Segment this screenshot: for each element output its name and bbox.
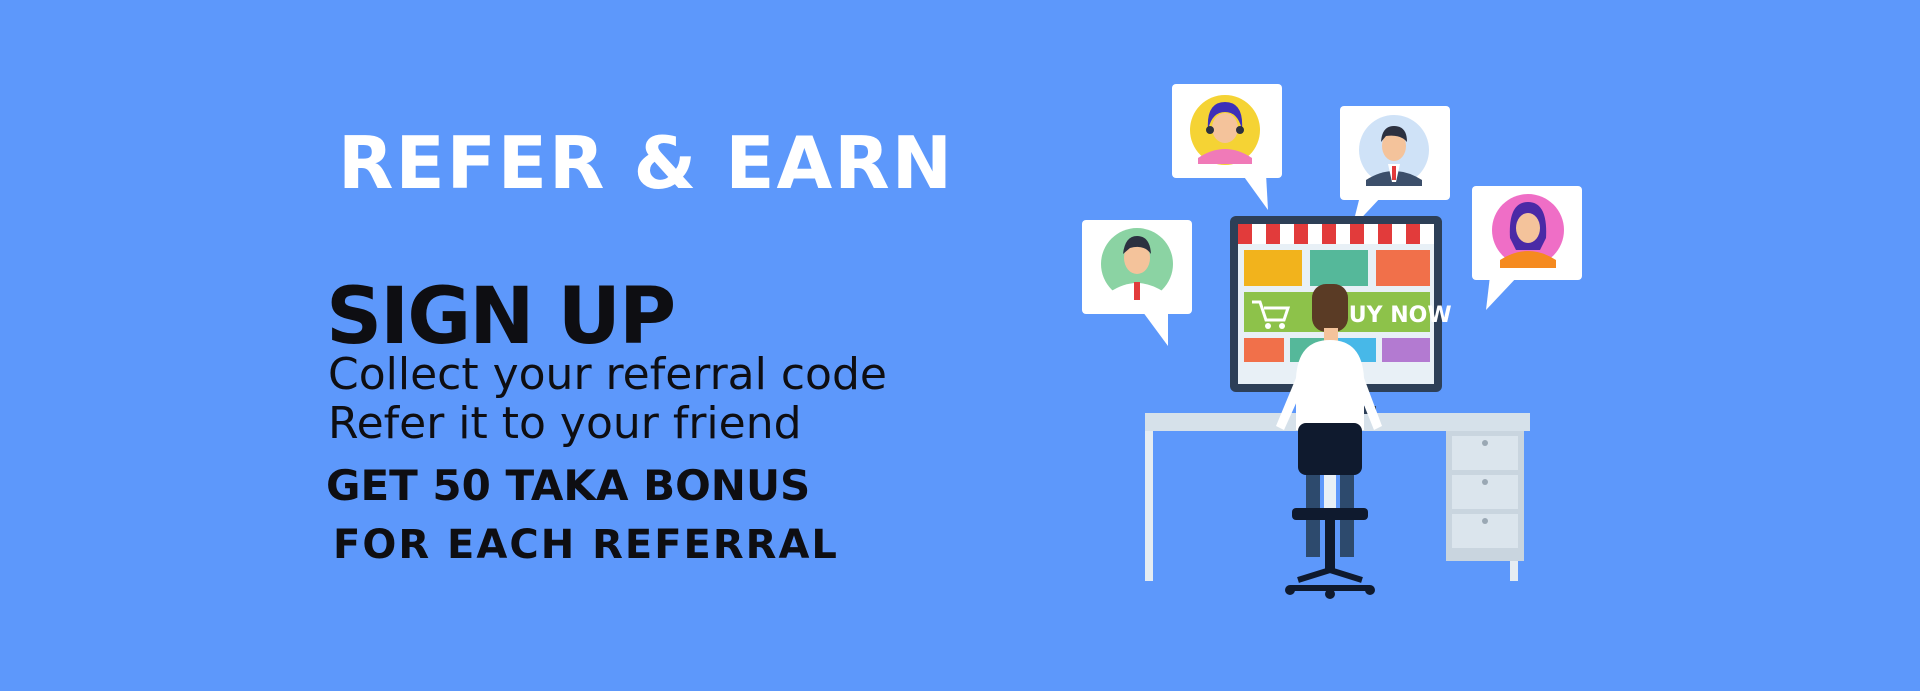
- shirt-icon: [1244, 250, 1302, 286]
- promo-text: REFER & EARN SIGN UP Collect your referr…: [326, 0, 1046, 691]
- refer-earn-banner: REFER & EARN SIGN UP Collect your referr…: [0, 0, 1920, 691]
- collect-code-text: Collect your referral code: [328, 349, 887, 400]
- each-referral-text: FOR EACH REFERRAL: [333, 522, 839, 568]
- page-title: REFER & EARN: [338, 121, 954, 205]
- shoe-icon: [1376, 250, 1430, 286]
- businessman-avatar-icon: [1340, 106, 1450, 228]
- shop-awning-icon: [1238, 224, 1434, 244]
- person-avatar-icon: [1082, 220, 1192, 346]
- signup-heading: SIGN UP: [326, 272, 676, 362]
- camera-icon: [1310, 250, 1368, 286]
- refer-friend-text: Refer it to your friend: [328, 398, 802, 449]
- screen-banner-text: BUY NOW: [1332, 303, 1452, 328]
- woman-avatar-icon: [1472, 186, 1582, 310]
- support-agent-avatar-icon: [1172, 84, 1282, 210]
- online-shopping-illustration: BUY NOW: [1082, 84, 1582, 599]
- bonus-amount-text: GET 50 TAKA BONUS: [326, 461, 811, 510]
